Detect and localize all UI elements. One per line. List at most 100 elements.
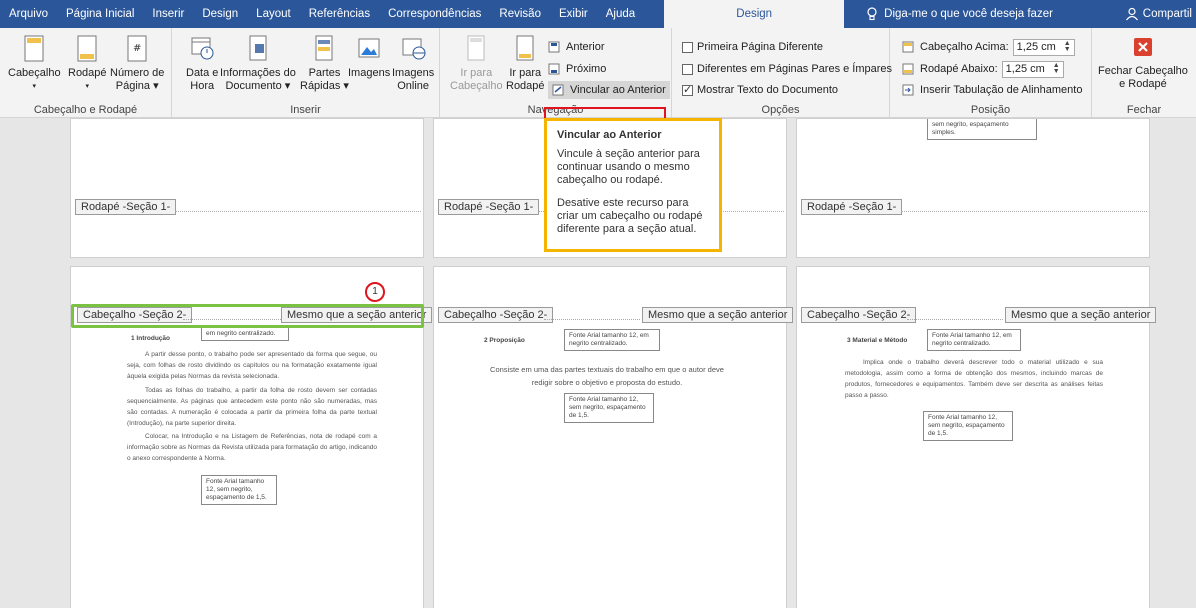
numero-pagina-button[interactable]: # Número de Página ▾ bbox=[110, 34, 164, 93]
partes-rapidas-button[interactable]: Partes Rápidas ▾ bbox=[300, 34, 349, 93]
previous-section-icon bbox=[548, 41, 560, 53]
ir-para-cabecalho-button[interactable]: Ir para Cabeçalho bbox=[450, 34, 503, 93]
group-opcoes: Primeira Página Diferente Diferentes em … bbox=[672, 28, 892, 118]
note-box: Fonte Arial tamanho 12, em negrito centr… bbox=[927, 329, 1021, 351]
fechar-label-l1: Fechar Cabeçalho bbox=[1098, 65, 1188, 77]
fechar-cabecalho-rodape-button[interactable]: Fechar Cabeçalho e Rodapé bbox=[1098, 36, 1188, 91]
document-info-icon bbox=[245, 34, 271, 64]
tooltip-paragraph-2: Desative este recurso para criar um cabe… bbox=[557, 197, 703, 235]
header-tag: Cabeçalho -Seção 2- bbox=[438, 307, 554, 323]
rod-abaixo-spinner[interactable]: 1,25 cm ▲ ▼ bbox=[1001, 60, 1064, 78]
tab-design[interactable]: Design bbox=[193, 0, 247, 28]
data-label-l2: Hora bbox=[190, 80, 215, 92]
group-inserir: Data e Hora Informações do Documento ▾ P… bbox=[172, 28, 440, 118]
mostrar-texto-checkbox[interactable]: Mostrar Texto do Documento bbox=[682, 81, 838, 99]
go-to-header-icon bbox=[463, 34, 489, 64]
cab-acima-value: 1,25 cm bbox=[1016, 41, 1056, 53]
tab-revisao[interactable]: Revisão bbox=[490, 0, 550, 28]
primeira-pagina-diferente-checkbox[interactable]: Primeira Página Diferente bbox=[682, 38, 823, 56]
cabecalho-button[interactable]: Cabeçalho ▾ bbox=[8, 34, 61, 93]
imagens-button[interactable]: Imagens bbox=[348, 34, 390, 80]
paragraph: Consiste em uma das partes textuais do t… bbox=[490, 365, 724, 387]
footer-bottom-icon bbox=[902, 63, 914, 75]
tab-arquivo[interactable]: Arquivo bbox=[0, 0, 57, 28]
tab-ajuda[interactable]: Ajuda bbox=[597, 0, 644, 28]
footer-tag: Rodapé -Seção 1- bbox=[801, 199, 903, 215]
header-top-icon bbox=[902, 41, 914, 53]
paragraph: Colocar, na Introdução e na Listagem de … bbox=[127, 433, 377, 462]
info-label-l1: Informações do bbox=[220, 67, 296, 79]
paragraph: Todas as folhas do trabalho, a partir da… bbox=[127, 387, 377, 427]
footer-page-icon bbox=[74, 34, 100, 64]
tell-me-text: Diga-me o que você deseja fazer bbox=[884, 8, 1053, 20]
inserir-tabulacao-button[interactable]: Inserir Tabulação de Alinhamento bbox=[902, 81, 1082, 99]
group-label-cabecalho-rodape: Cabeçalho e Rodapé bbox=[33, 104, 138, 116]
page-section1-a[interactable]: Rodapé -Seção 1- bbox=[70, 118, 424, 258]
paragraph: A partir desse ponto, o trabalho pode se… bbox=[127, 351, 377, 380]
same-as-previous-tag: Mesmo que a seção anterior bbox=[642, 307, 794, 323]
share-button[interactable]: Compartil bbox=[1125, 0, 1196, 28]
cabecalho-acima-row: Cabeçalho Acima: 1,25 cm ▲ ▼ bbox=[902, 38, 1075, 56]
page-section2-c[interactable]: Cabeçalho -Seção 2- Mesmo que a seção an… bbox=[796, 266, 1157, 608]
tell-me-search[interactable]: Diga-me o que você deseja fazer bbox=[866, 7, 1053, 21]
same-as-previous-tag: Mesmo que a seção anterior bbox=[1005, 307, 1157, 323]
paragraph: Implica onde o trabalho deverá descrever… bbox=[845, 359, 1103, 399]
rod-abaixo-value: 1,25 cm bbox=[1005, 63, 1045, 75]
pares-impares-checkbox[interactable]: Diferentes em Páginas Pares e Ímpares bbox=[682, 60, 892, 78]
cab-acima-spinner[interactable]: 1,25 cm ▲ ▼ bbox=[1012, 38, 1075, 56]
imagens-label: Imagens bbox=[348, 67, 391, 79]
ir-cab-label-l1: Ir para bbox=[460, 67, 493, 79]
tab-exibir[interactable]: Exibir bbox=[550, 0, 597, 28]
proximo-button[interactable]: Próximo bbox=[548, 60, 606, 78]
numero-label-l2: Página ▾ bbox=[115, 80, 159, 92]
vincular-tooltip: Vincular ao Anterior Vincule à seção ant… bbox=[544, 118, 722, 252]
ir-para-rodape-button[interactable]: Ir para Rodapé bbox=[506, 34, 545, 93]
footer-divider bbox=[175, 211, 421, 212]
picture-icon bbox=[356, 34, 382, 64]
note-box: sem negrito, espaçamento simples. bbox=[927, 119, 1037, 140]
tab-header-footer-design[interactable]: Design bbox=[664, 0, 845, 28]
tab-correspondencias[interactable]: Correspondências bbox=[379, 0, 490, 28]
svg-text:#: # bbox=[133, 43, 141, 54]
fechar-label-l2: e Rodapé bbox=[1119, 78, 1167, 90]
tab-inserir[interactable]: Inserir bbox=[143, 0, 193, 28]
imagens-online-label-l1: Imagens bbox=[392, 67, 435, 79]
rodape-button[interactable]: Rodapé ▾ bbox=[68, 34, 107, 93]
footer-divider bbox=[901, 211, 1147, 212]
group-fechar: Fechar Cabeçalho e Rodapé Fechar bbox=[1092, 28, 1196, 118]
next-section-icon bbox=[548, 63, 560, 75]
anterior-button[interactable]: Anterior bbox=[548, 38, 605, 56]
rodape-abaixo-row: Rodapé Abaixo: 1,25 cm ▲ ▼ bbox=[902, 60, 1064, 78]
group-navegacao: Ir para Cabeçalho Ir para Rodapé Anterio… bbox=[440, 28, 672, 118]
page-section1-c[interactable]: sem negrito, espaçamento simples. Rodapé… bbox=[796, 118, 1150, 258]
note-box: em negrito centralizado. bbox=[201, 327, 289, 341]
spinner-arrows-icon[interactable]: ▲ ▼ bbox=[1053, 62, 1060, 75]
group-label-posicao: Posição bbox=[970, 104, 1011, 116]
data-hora-button[interactable]: Data e Hora bbox=[186, 34, 218, 93]
page-section2-b[interactable]: Cabeçalho -Seção 2- Mesmo que a seção an… bbox=[433, 266, 794, 608]
tabulacao-label: Inserir Tabulação de Alinhamento bbox=[920, 84, 1083, 96]
checkbox-checked[interactable] bbox=[682, 83, 693, 96]
header-divider bbox=[907, 319, 1003, 320]
share-label: Compartil bbox=[1142, 8, 1192, 20]
checkbox-unchecked[interactable] bbox=[682, 41, 693, 53]
info-documento-button[interactable]: Informações do Documento ▾ bbox=[220, 34, 296, 93]
imagens-online-button[interactable]: Imagens Online bbox=[392, 34, 434, 93]
tab-layout[interactable]: Layout bbox=[247, 0, 300, 28]
note-box: Fonte Arial tamanho 12, sem negrito, esp… bbox=[201, 475, 277, 505]
tooltip-paragraph-1: Vincule à seção anterior para continuar … bbox=[557, 148, 700, 186]
vincular-ao-anterior-button[interactable]: Vincular ao Anterior bbox=[548, 81, 670, 99]
annotation-circle: 1 bbox=[365, 282, 385, 302]
header-tag: Cabeçalho -Seção 2- bbox=[801, 307, 917, 323]
partes-label-l2-text: Rápidas bbox=[300, 80, 341, 92]
tab-pagina-inicial[interactable]: Página Inicial bbox=[57, 0, 143, 28]
footer-tag: Rodapé -Seção 1- bbox=[438, 199, 540, 215]
ribbon-tab-bar: Arquivo Página Inicial Inserir Design La… bbox=[0, 0, 1196, 28]
calendar-clock-icon bbox=[189, 34, 215, 64]
spinner-arrows-icon[interactable]: ▲ ▼ bbox=[1064, 40, 1071, 53]
tab-referencias[interactable]: Referências bbox=[300, 0, 379, 28]
quick-parts-icon bbox=[311, 34, 337, 64]
imagens-online-label-l2: Online bbox=[397, 80, 429, 92]
link-icon bbox=[552, 84, 564, 96]
checkbox-unchecked[interactable] bbox=[682, 63, 693, 75]
